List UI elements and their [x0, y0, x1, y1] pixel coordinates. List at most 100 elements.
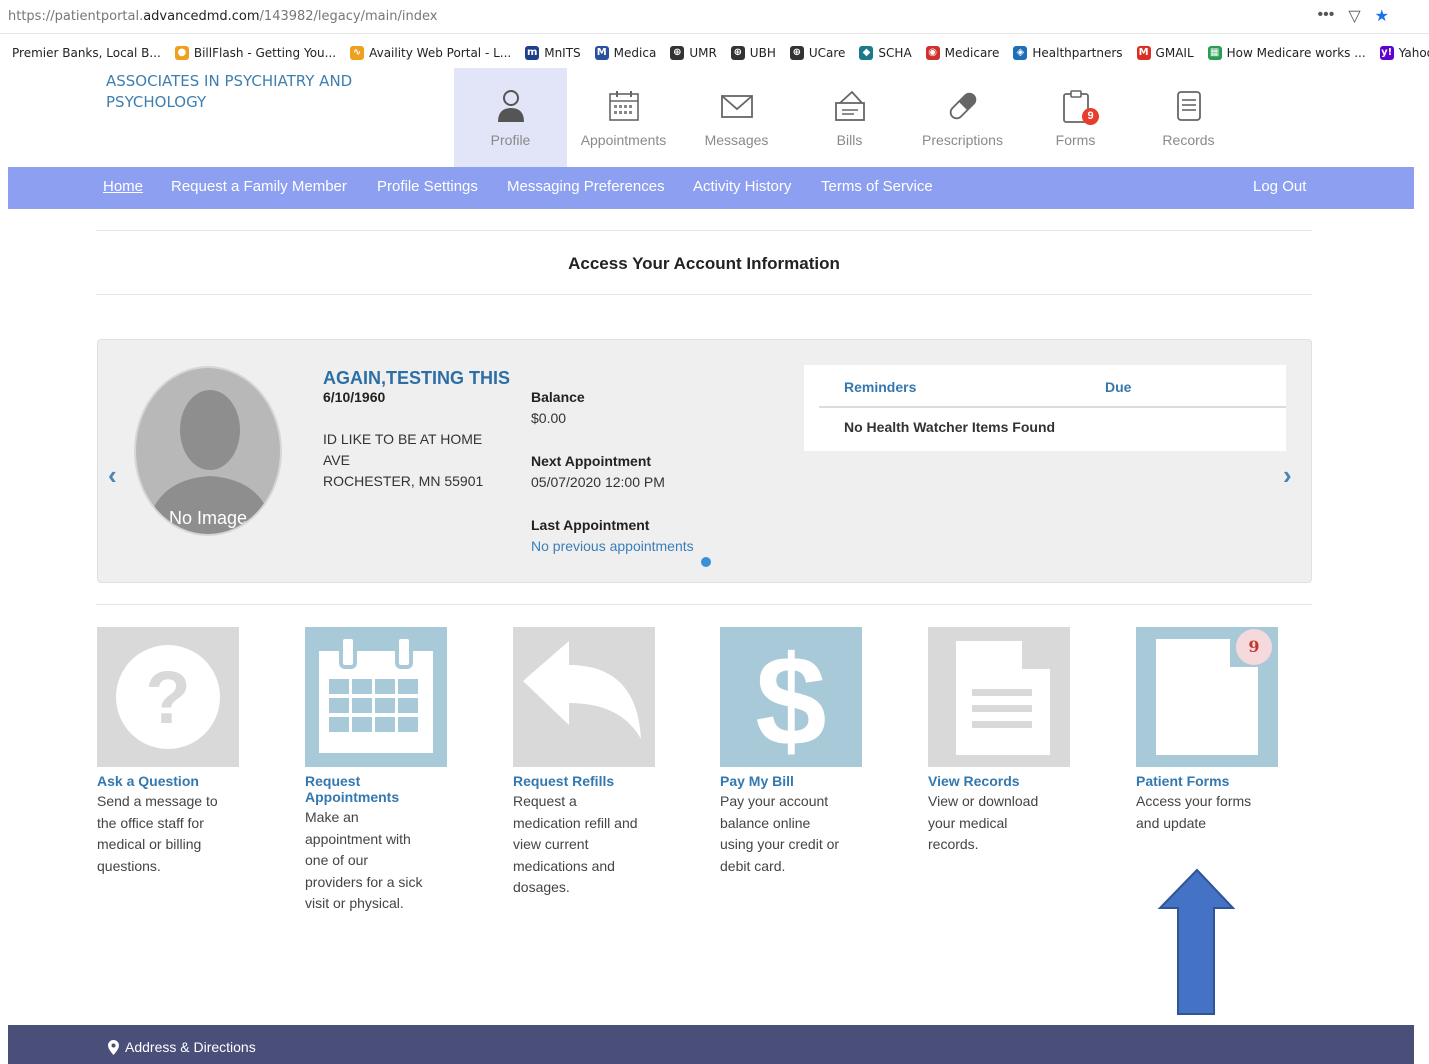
bookmark-label: Healthpartners — [1032, 46, 1123, 60]
tile-title[interactable]: View Records — [928, 773, 1070, 789]
bookmark-item[interactable]: ⊕ UMR — [670, 46, 717, 60]
desc-line: Pay your account — [720, 793, 829, 809]
question-icon: ? — [116, 645, 220, 749]
subnav-home[interactable]: Home — [103, 178, 143, 195]
tab-bills[interactable]: Bills — [793, 68, 906, 167]
practice-name[interactable]: ASSOCIATES IN PSYCHIATRY AND PSYCHOLOGY — [106, 71, 366, 113]
desc-line: Request a — [513, 793, 577, 809]
tile-description: View or download your medical records. — [928, 791, 1070, 856]
tab-profile[interactable]: Profile — [454, 68, 567, 167]
desc-line: Access your forms — [1136, 793, 1252, 809]
table-divider — [819, 406, 1286, 408]
tile-title[interactable]: Request Refills — [513, 773, 655, 789]
bookmark-item[interactable]: y! Yahoo - — [1379, 46, 1429, 60]
tile-icon-box[interactable] — [928, 627, 1070, 767]
tile-icon-box[interactable]: ? — [97, 627, 239, 767]
divider — [96, 604, 1312, 605]
pill-icon — [949, 92, 976, 120]
pocket-icon[interactable]: ▽ — [1348, 6, 1360, 26]
tile-icon-box[interactable]: 9 — [1136, 627, 1278, 767]
tile-description: Make an appointment with one of our provide… — [305, 807, 447, 915]
carousel-prev-icon[interactable]: ‹ — [108, 460, 117, 491]
desc-line: dosages. — [513, 879, 570, 895]
subnav-activity-history[interactable]: Activity History — [693, 178, 791, 195]
logout-link[interactable]: Log Out — [1253, 178, 1306, 195]
tile-view-records[interactable]: View Records View or download your medica… — [928, 627, 1070, 856]
last-appointment-value[interactable]: No previous appointments — [531, 536, 694, 557]
bookmark-item[interactable]: ⊕ UBH — [730, 46, 776, 60]
bookmark-item[interactable]: ▦ How Medicare works ... — [1207, 46, 1366, 60]
bookmark-item[interactable]: M Medica — [594, 46, 656, 60]
tile-icon-box[interactable]: $ — [720, 627, 862, 773]
envelope-icon — [720, 95, 753, 118]
forms-badge: 9 — [1082, 108, 1099, 125]
bookmark-item[interactable]: ∿ Availity Web Portal - L... — [350, 46, 511, 60]
carousel-next-icon[interactable]: › — [1283, 460, 1292, 491]
subnav-profile-settings[interactable]: Profile Settings — [377, 178, 478, 195]
tab-prescriptions[interactable]: Prescriptions — [906, 68, 1019, 167]
desc-line: one of our — [305, 852, 369, 868]
desc-line: debit card. — [720, 857, 786, 874]
tile-ask-question[interactable]: ? Ask a Question Send a message to the of… — [97, 627, 239, 877]
tile-title[interactable]: Pay My Bill — [720, 773, 862, 789]
balance-label: Balance — [531, 389, 585, 405]
bookmark-favicon-icon: M — [594, 46, 609, 60]
desc-line: medication refill and — [513, 814, 638, 831]
desc-line: balance online — [720, 814, 811, 831]
subnav-request-family-member[interactable]: Request a Family Member — [171, 178, 347, 195]
desc-line: View or download — [928, 793, 1039, 809]
avatar: No Image Available — [134, 366, 282, 536]
tile-description: Pay your account balance online using your… — [720, 791, 862, 877]
bookmark-item[interactable]: m MnITS — [525, 46, 581, 60]
tab-messages[interactable]: Messages — [680, 68, 793, 167]
bookmark-star-icon[interactable]: ★ — [1375, 6, 1389, 26]
tile-request-refills[interactable]: Request Refills Request a medication refi… — [513, 627, 655, 899]
bookmark-label: Premier Banks, Local B... — [12, 46, 161, 60]
bookmark-item[interactable]: M GMAIL — [1136, 46, 1194, 60]
tile-description: Request a medication refill and view curre… — [513, 791, 655, 899]
browser-address-bar[interactable]: https://patientportal.advancedmd.com/143… — [0, 0, 1429, 34]
bookmark-label: How Medicare works ... — [1226, 46, 1366, 60]
subnav-terms-of-service[interactable]: Terms of Service — [821, 178, 933, 195]
profile-icon — [497, 90, 524, 122]
patient-name: AGAIN,TESTING THIS — [323, 368, 511, 388]
bookmark-item[interactable]: ● BillFlash - Getting You... — [174, 46, 336, 60]
reply-arrow-icon — [523, 641, 641, 739]
dollar-icon: $ — [755, 630, 826, 773]
bookmark-item[interactable]: ◉ Medicare — [925, 46, 999, 60]
tab-forms[interactable]: 9 Forms — [1019, 68, 1132, 167]
tile-patient-forms[interactable]: 9 Patient Forms Access your forms and upd… — [1136, 627, 1278, 834]
tile-title[interactable]: Request Appointments — [305, 773, 447, 805]
patient-address-line2: AVE — [323, 452, 350, 468]
subnav-messaging-preferences[interactable]: Messaging Preferences — [507, 178, 665, 195]
tile-icon-box[interactable] — [513, 627, 655, 767]
desc-line: the office staff for — [97, 814, 204, 831]
tile-title[interactable]: Patient Forms — [1136, 773, 1278, 789]
tile-title[interactable]: Ask a Question — [97, 773, 239, 789]
bookmark-item[interactable]: ◆ SCHA — [859, 46, 912, 60]
bookmark-favicon-icon: ∿ — [350, 46, 365, 60]
url-domain: advancedmd.com — [143, 9, 260, 24]
secondary-navigation: Home Request a Family Member Profile Set… — [8, 167, 1414, 209]
desc-line: Make an — [305, 809, 359, 825]
tab-label: Bills — [836, 132, 863, 148]
address-directions-label: Address & Directions — [125, 1039, 256, 1055]
tile-pay-bill[interactable]: $ Pay My Bill Pay your account balance on… — [720, 627, 862, 877]
tile-icon-box[interactable] — [305, 627, 447, 767]
bookmark-item[interactable]: ⊕ UCare — [789, 46, 845, 60]
bookmark-favicon-icon: ● — [174, 46, 189, 60]
bookmark-item[interactable]: Premier Banks, Local B... — [12, 46, 161, 60]
calendar-icon — [608, 91, 639, 121]
bookmark-favicon-icon: ◈ — [1013, 46, 1028, 60]
tab-appointments[interactable]: Appointments — [567, 68, 680, 167]
more-actions-icon[interactable]: ••• — [1318, 6, 1335, 26]
address-directions-link[interactable]: Address & Directions — [108, 1039, 256, 1055]
bookmark-item[interactable]: ◈ Healthpartners — [1013, 46, 1123, 60]
tile-request-appointments[interactable]: Request Appointments Make an appointment … — [305, 627, 447, 915]
carousel-dot[interactable] — [701, 557, 711, 567]
page-heading: Access Your Account Information — [568, 254, 840, 273]
tab-records[interactable]: Records — [1132, 68, 1245, 167]
url-text[interactable]: https://patientportal.advancedmd.com/143… — [8, 9, 437, 24]
desc-line: records. — [928, 836, 979, 852]
tile-description: Access your forms and update — [1136, 791, 1278, 834]
